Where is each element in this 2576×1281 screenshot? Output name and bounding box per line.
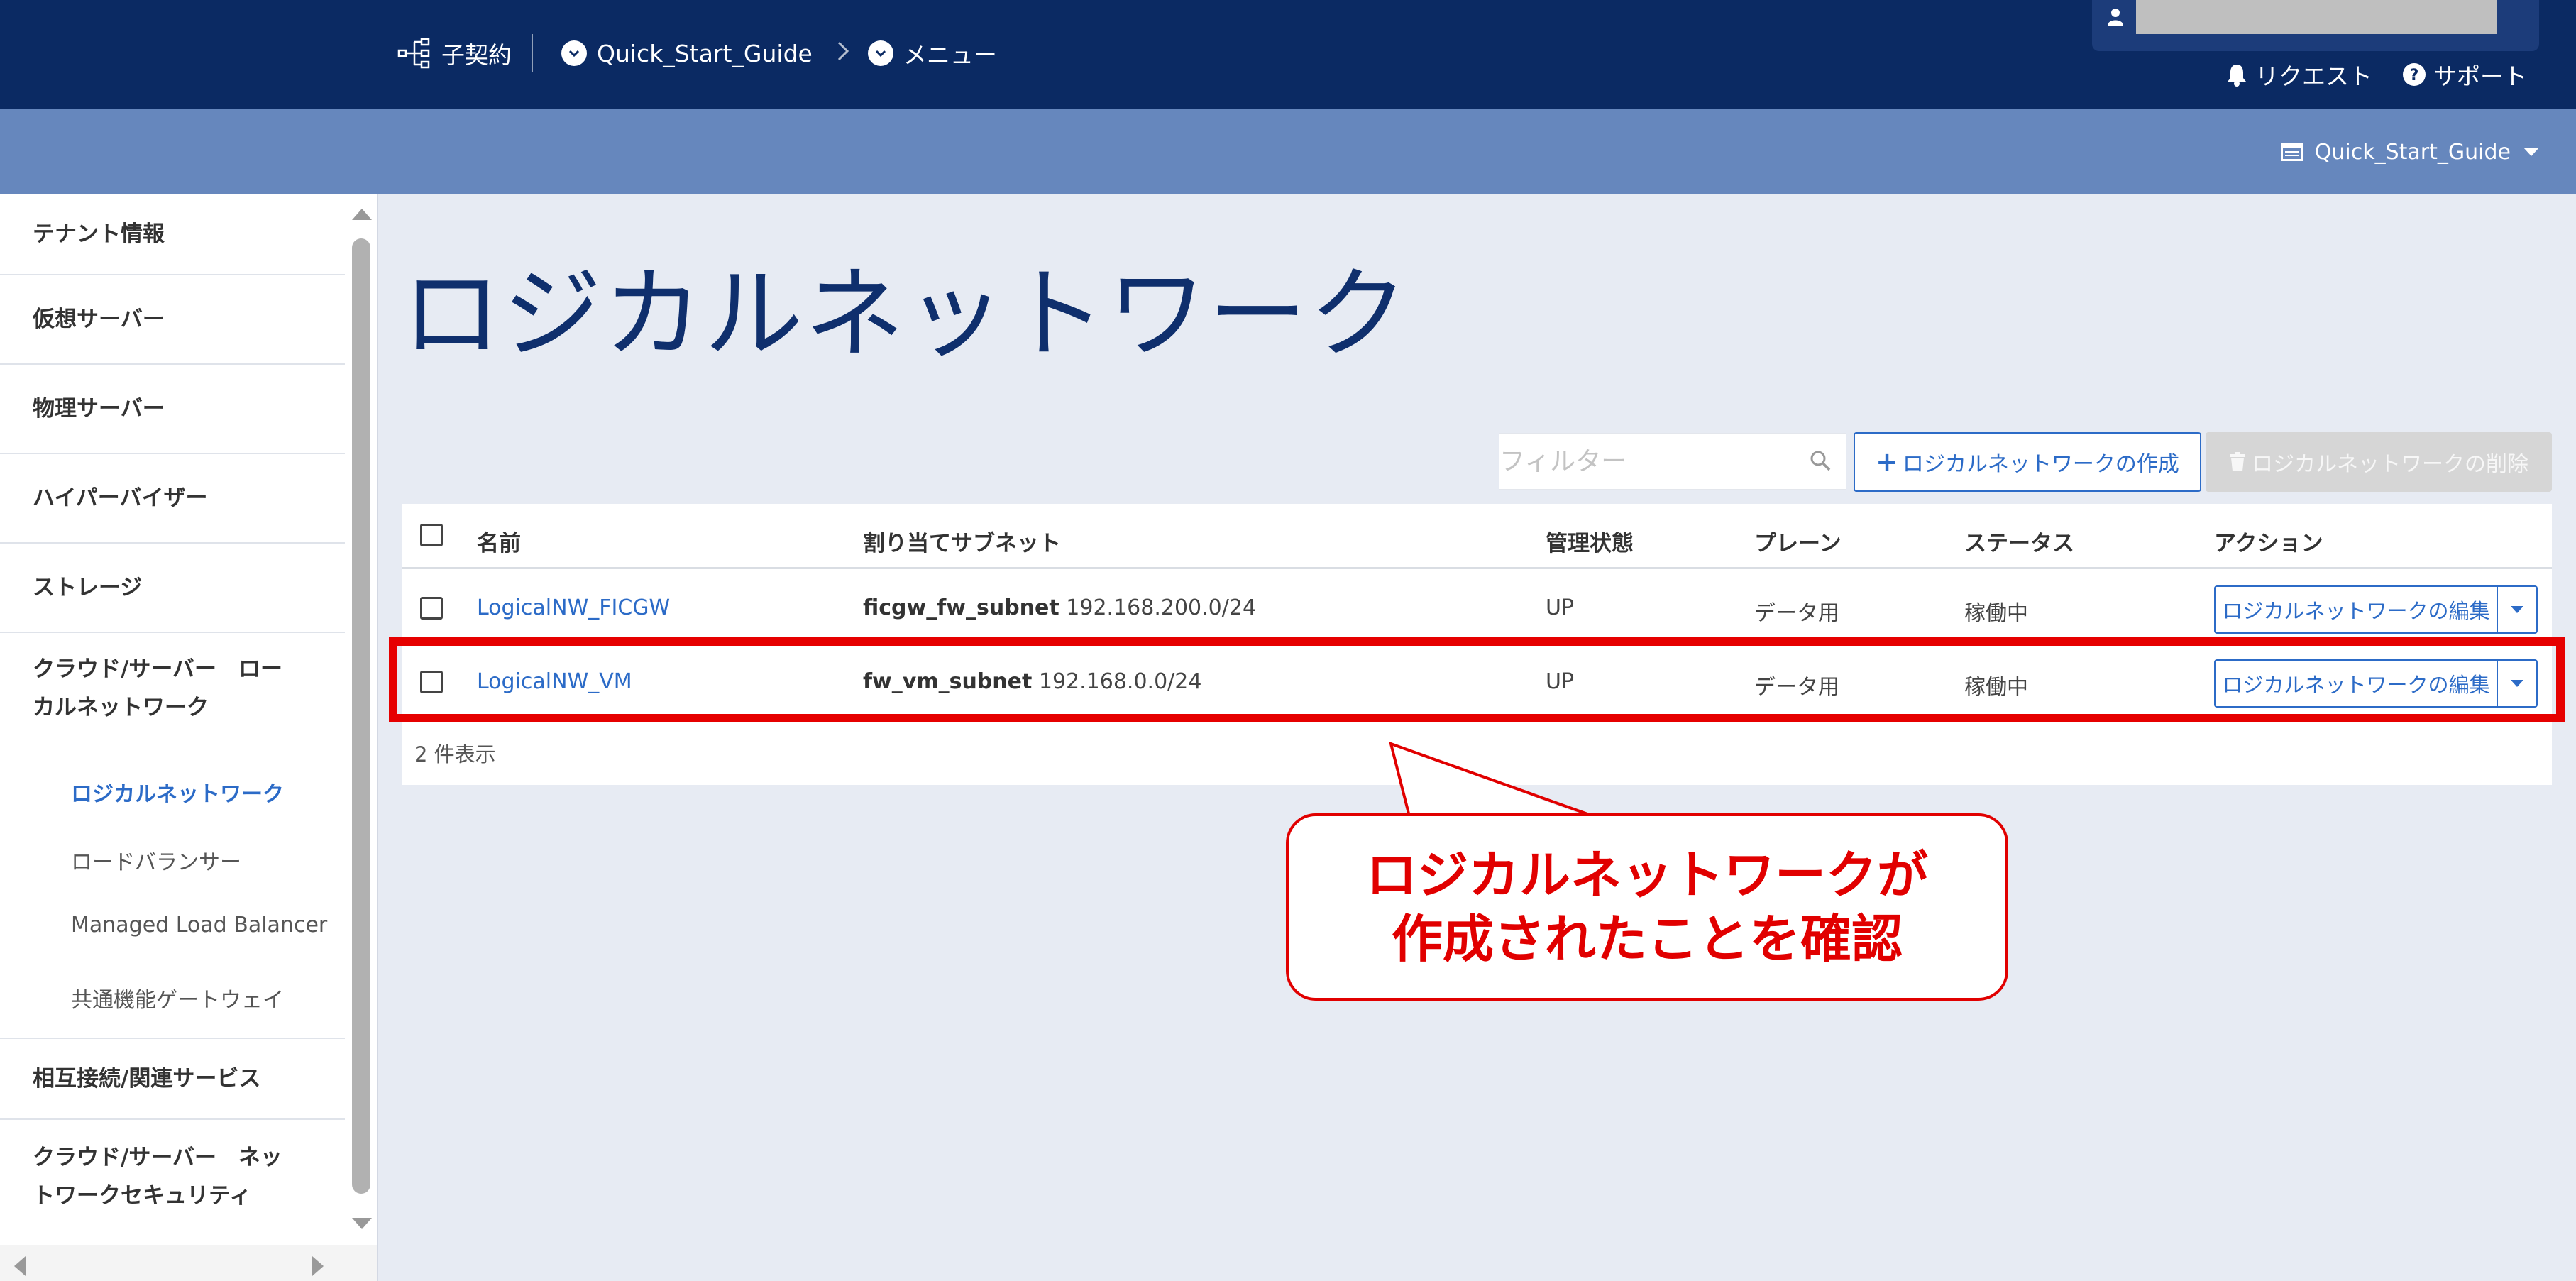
scroll-left-arrow-icon[interactable] xyxy=(14,1256,26,1276)
select-all-checkbox[interactable] xyxy=(420,524,443,546)
sidebar-item-label: ハイパーバイザー xyxy=(33,485,208,511)
sidebar-item-physical-server[interactable]: 物理サーバー xyxy=(0,365,345,454)
plane-cell: データ用 xyxy=(1754,601,1839,626)
org-tree-icon xyxy=(397,36,431,70)
plus-icon: + xyxy=(1876,446,1898,478)
edit-logical-network-button[interactable]: ロジカルネットワークの編集 xyxy=(2214,585,2498,634)
network-name-link[interactable]: LogicalNW_FICGW xyxy=(477,595,670,620)
delete-button-label: ロジカルネットワークの削除 xyxy=(2252,452,2528,477)
user-menu[interactable] xyxy=(2092,0,2539,51)
sidebar-subitem-load-balancer[interactable]: ロードバランサー xyxy=(71,845,241,876)
action-dropdown-toggle[interactable] xyxy=(2498,585,2538,634)
sidebar-item-label: クラウド/サーバー ローカルネットワーク xyxy=(33,656,283,720)
user-icon xyxy=(2106,7,2125,28)
support-link[interactable]: ? サポート xyxy=(2402,57,2527,92)
row-action-group: ロジカルネットワークの編集 xyxy=(2214,585,2538,634)
column-action: アクション xyxy=(2214,531,2323,556)
scroll-up-arrow-icon[interactable] xyxy=(352,209,372,220)
trash-icon xyxy=(2230,452,2245,471)
chevron-circle-icon[interactable] xyxy=(867,40,893,66)
sidebar-item-label: ストレージ xyxy=(33,575,143,600)
breadcrumb: 子契約 Quick_Start_Guide メニュー xyxy=(397,30,997,77)
subnet-name: ficgw_fw_subnet xyxy=(863,595,1059,620)
scroll-right-arrow-icon[interactable] xyxy=(312,1256,324,1276)
breadcrumb-tenant[interactable]: Quick_Start_Guide xyxy=(597,40,813,67)
top-navbar: 子契約 Quick_Start_Guide メニュー リクエスト ? サポート xyxy=(0,0,2576,109)
create-button-label: ロジカルネットワークの作成 xyxy=(1902,452,2179,477)
header-links: リクエスト ? サポート xyxy=(2225,57,2527,92)
tenant-selector[interactable]: Quick_Start_Guide xyxy=(2280,131,2539,173)
bell-icon xyxy=(2228,65,2246,87)
column-status[interactable]: ステータス xyxy=(1964,525,2074,557)
breadcrumb-menu[interactable]: メニュー xyxy=(903,36,997,70)
filter-input[interactable] xyxy=(1499,434,1805,488)
row-count: 2 件表示 xyxy=(414,742,496,766)
sidebar-item-label: 相互接続/関連サービス xyxy=(33,1066,261,1092)
svg-text:?: ? xyxy=(2410,67,2419,84)
caret-down-icon xyxy=(2511,606,2523,613)
subnet-cidr: 192.168.200.0/24 xyxy=(1066,595,1257,620)
row-checkbox[interactable] xyxy=(420,597,443,620)
window-icon xyxy=(2280,143,2303,161)
sidebar-item-hypervisor[interactable]: ハイパーバイザー xyxy=(0,454,345,544)
table-row: LogicalNW_FICGW ficgw_fw_subnet 192.168.… xyxy=(402,571,2552,645)
column-plane[interactable]: プレーン xyxy=(1754,525,1841,557)
question-circle-icon: ? xyxy=(2403,63,2426,86)
sidebar-subitem-gateway[interactable]: 共通機能ゲートウェイ xyxy=(71,982,284,1013)
column-admin-state[interactable]: 管理状態 xyxy=(1546,525,1634,557)
callout-line-2: 作成されたことを確認 xyxy=(1391,909,1903,969)
create-logical-network-button[interactable]: + ロジカルネットワークの作成 xyxy=(1854,432,2201,492)
table-header: 名前 割り当てサブネット 管理状態 プレーン ステータス アクション xyxy=(402,504,2552,569)
callout-annotation: ロジカルネットワークが 作成されたことを確認 xyxy=(1286,813,2008,1001)
breadcrumb-separator xyxy=(532,34,533,72)
filter-field[interactable] xyxy=(1499,433,1846,490)
user-name-redacted xyxy=(2136,0,2497,34)
search-icon xyxy=(1809,449,1832,475)
sidebar-item-interconnect[interactable]: 相互接続/関連サービス xyxy=(0,1038,345,1120)
admin-state-cell: UP xyxy=(1546,595,1575,620)
sub-header: Quick_Start_Guide xyxy=(0,109,2576,194)
callout-line-1: ロジカルネットワークが xyxy=(1365,845,1928,905)
status-cell: 稼働中 xyxy=(1964,601,2028,626)
column-name[interactable]: 名前 xyxy=(477,525,521,557)
subnet-cell: ficgw_fw_subnet 192.168.200.0/24 xyxy=(863,595,1256,620)
callout-tail xyxy=(1389,741,1590,818)
request-label: リクエスト xyxy=(2255,62,2372,90)
column-subnet[interactable]: 割り当てサブネット xyxy=(863,525,1061,557)
support-label: サポート xyxy=(2433,62,2527,90)
sidebar-item-virtual-server[interactable]: 仮想サーバー xyxy=(0,275,345,365)
sidebar-item-tenant-info[interactable]: テナント情報 xyxy=(0,194,345,275)
sidebar-scroll-thumb[interactable] xyxy=(352,238,370,1194)
request-link[interactable]: リクエスト xyxy=(2225,57,2372,92)
breadcrumb-contract[interactable]: 子契約 xyxy=(441,36,512,70)
sidebar-item-label: 物理サーバー xyxy=(33,396,165,422)
scroll-down-arrow-icon[interactable] xyxy=(352,1218,372,1229)
delete-logical-network-button[interactable]: ロジカルネットワークの削除 xyxy=(2206,432,2552,492)
sidebar-item-network-security[interactable]: クラウド/サーバー ネットワークセキュリティ xyxy=(0,1120,334,1226)
sidebar-item-label: 仮想サーバー xyxy=(33,307,165,332)
page-title: ロジカルネットワーク xyxy=(402,257,1410,373)
tenant-selector-label: Quick_Start_Guide xyxy=(2314,139,2511,165)
highlight-box xyxy=(389,637,2565,722)
sidebar-item-label: クラウド/サーバー ネットワークセキュリティ xyxy=(33,1145,283,1209)
sidebar-item-storage[interactable]: ストレージ xyxy=(0,544,345,633)
sidebar-item-label: テナント情報 xyxy=(33,221,165,247)
chevron-right-icon xyxy=(837,39,849,68)
caret-down-icon xyxy=(2523,148,2539,156)
sidebar-item-local-network[interactable]: クラウド/サーバー ローカルネットワーク xyxy=(0,633,334,720)
sidebar: テナント情報 仮想サーバー 物理サーバー ハイパーバイザー ストレージ クラウド… xyxy=(0,194,378,1281)
sidebar-subitem-logical-network[interactable]: ロジカルネットワーク xyxy=(71,776,284,808)
chevron-circle-icon[interactable] xyxy=(561,40,587,66)
sidebar-subitem-managed-lb[interactable]: Managed Load Balancer xyxy=(71,913,327,938)
